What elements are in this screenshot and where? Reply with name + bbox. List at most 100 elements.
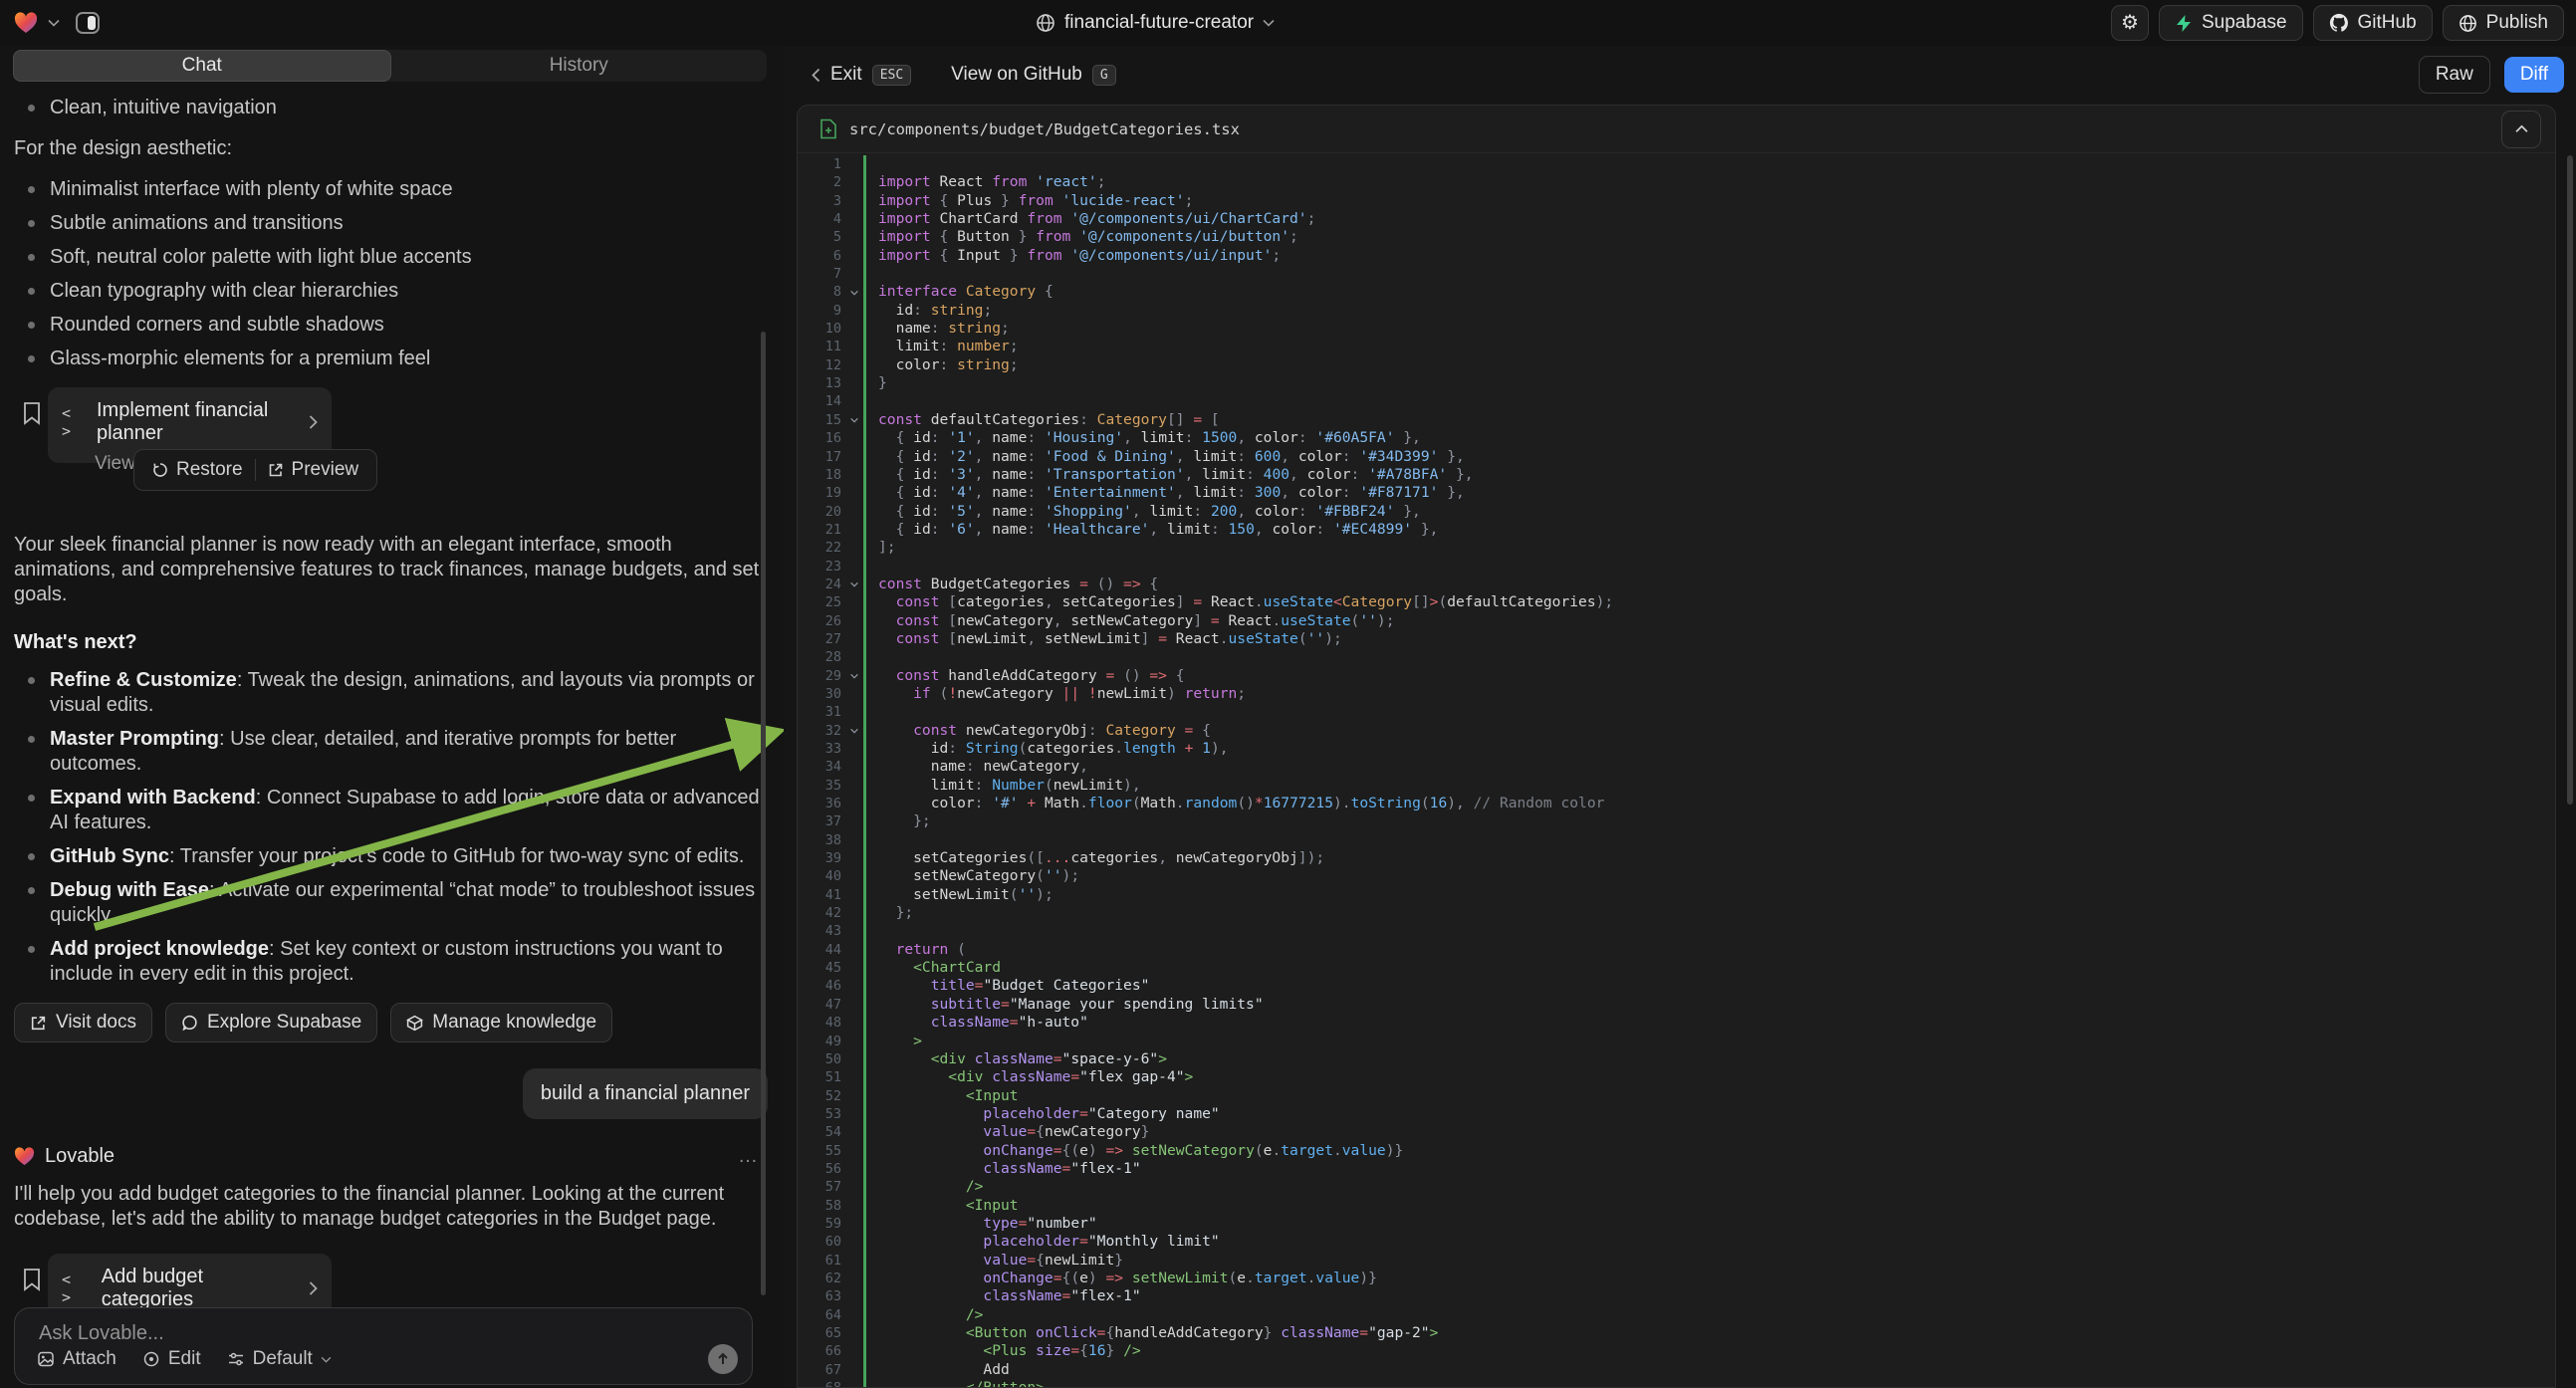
chat-input[interactable]: Ask Lovable...: [39, 1322, 164, 1345]
code-line-text: const [newCategory, setNewCategory] = Re…: [863, 612, 2555, 630]
code-token: {: [940, 247, 958, 264]
chat-scroll-area[interactable]: Clean, intuitive navigation For the desi…: [0, 86, 784, 1348]
model-selector[interactable]: Default: [227, 1348, 332, 1370]
code-line-text: <ChartCard: [863, 959, 2555, 977]
file-header[interactable]: src/components/budget/BudgetCategories.t…: [798, 106, 2555, 153]
fold-chevron-icon[interactable]: [845, 411, 863, 429]
code-token: '': [1307, 630, 1325, 647]
fold-chevron-icon[interactable]: [845, 283, 863, 301]
code-line: 65 <Button onClick={handleAddCategory} c…: [798, 1324, 2555, 1342]
code-token: :: [1027, 521, 1045, 538]
fold-slot: [845, 703, 863, 721]
code-line: 66 <Plus size={16} />: [798, 1342, 2555, 1360]
list-item: GitHub Sync: Transfer your project's cod…: [26, 844, 768, 869]
code-token: '@/components/ui/button': [1079, 228, 1289, 245]
bookmark-icon[interactable]: [22, 1268, 42, 1291]
code-token: '@/components/ui/input': [1070, 247, 1272, 264]
code-line: 48 className="h-auto": [798, 1014, 2555, 1032]
visit-docs-button[interactable]: Visit docs: [14, 1003, 152, 1042]
code-token: onChange: [878, 1270, 1054, 1286]
code-token: (: [1421, 795, 1430, 811]
code-token: );: [1377, 612, 1395, 629]
code-line: 38: [798, 831, 2555, 849]
collapse-file-button[interactable]: [2501, 111, 2541, 148]
code-token: 'Food & Dining': [1045, 448, 1176, 465]
tab-history[interactable]: History: [391, 50, 768, 82]
line-number: 46: [798, 977, 845, 995]
supabase-button[interactable]: Supabase: [2159, 5, 2303, 41]
code-token: ,: [1237, 429, 1255, 446]
chevron-down-icon[interactable]: [48, 19, 60, 27]
publish-globe-icon: [2459, 14, 2477, 33]
fold-chevron-icon[interactable]: [845, 722, 863, 740]
code-line: 28: [798, 648, 2555, 666]
code-editor[interactable]: 12import React from 'react';3import { Pl…: [798, 153, 2555, 1388]
panel-toggle-icon[interactable]: [70, 6, 106, 40]
fold-chevron-icon[interactable]: [845, 667, 863, 685]
code-token: ;: [1010, 338, 1019, 354]
fold-slot: [845, 484, 863, 502]
view-on-github-button[interactable]: View on GitHub G: [951, 64, 1116, 86]
manage-knowledge-button[interactable]: Manage knowledge: [390, 1003, 612, 1042]
code-token: title: [878, 977, 975, 994]
raw-toggle-button[interactable]: Raw: [2419, 56, 2490, 94]
line-number: 28: [798, 648, 845, 666]
fold-slot: [845, 558, 863, 576]
diff-toggle-button[interactable]: Diff: [2504, 57, 2564, 93]
line-number: 21: [798, 521, 845, 539]
code-token: const: [878, 630, 948, 647]
code-line-text: title="Budget Categories": [863, 977, 2555, 995]
code-line: 8interface Category {: [798, 283, 2555, 301]
code-token: (: [1036, 867, 1045, 884]
fold-slot: [845, 210, 863, 228]
line-number: 35: [798, 777, 845, 795]
code-token: {: [1036, 1252, 1045, 1269]
fold-chevron-icon[interactable]: [845, 576, 863, 593]
code-token: name: [992, 429, 1027, 446]
settings-button[interactable]: ⚙: [2111, 5, 2149, 41]
code-token: const: [878, 576, 931, 592]
suggestion-chips: Visit docs Explore Supabase Manage knowl…: [14, 1003, 768, 1042]
code-token: String: [966, 740, 1019, 757]
code-token: ,: [1149, 521, 1167, 538]
code-token: return: [1185, 685, 1238, 702]
code-token: }: [1019, 228, 1037, 245]
more-options-icon[interactable]: …: [738, 1145, 760, 1168]
code-token: type: [878, 1215, 1019, 1232]
project-switcher[interactable]: financial-future-creator: [1036, 0, 1275, 46]
code-token: color: [1307, 466, 1351, 483]
code-token: newLimit: [1045, 1252, 1114, 1269]
code-token: =: [1193, 593, 1211, 610]
code-token: import: [878, 210, 940, 227]
explore-supabase-button[interactable]: Explore Supabase: [165, 1003, 377, 1042]
code-token: };: [878, 904, 913, 921]
lovable-heart-logo[interactable]: [14, 12, 38, 34]
edit-mode-button[interactable]: Edit: [142, 1348, 201, 1370]
code-line-text: className="flex-1": [863, 1287, 2555, 1305]
chevron-right-icon: [309, 415, 318, 429]
code-token: React: [1211, 593, 1255, 610]
code-line: 55 onChange={(e) => setNewCategory(e.tar…: [798, 1142, 2555, 1160]
tab-chat[interactable]: Chat: [13, 50, 391, 82]
code-token: className: [975, 1050, 1054, 1067]
code-token: subtitle: [878, 996, 1001, 1013]
code-token: value: [878, 1252, 1027, 1269]
code-line: 21 { id: '6', name: 'Healthcare', limit:…: [798, 521, 2555, 539]
code-scrollbar[interactable]: [2567, 155, 2573, 805]
exit-button[interactable]: Exit ESC: [812, 64, 911, 86]
preview-button[interactable]: Preview: [256, 450, 371, 490]
restore-button[interactable]: Restore: [140, 450, 255, 490]
code-line-text: [863, 703, 2555, 721]
chat-scrollbar[interactable]: [761, 332, 766, 1295]
bookmark-icon[interactable]: [22, 401, 42, 425]
github-button[interactable]: GitHub: [2313, 5, 2433, 41]
code-token: ||: [1062, 685, 1088, 702]
code-token: newLimit: [1097, 685, 1167, 702]
code-token: =: [1054, 1270, 1062, 1286]
send-button[interactable]: [708, 1344, 738, 1374]
line-number: 37: [798, 812, 845, 830]
code-token: Button: [957, 228, 1019, 245]
fold-slot: [845, 1306, 863, 1324]
attach-button[interactable]: Attach: [37, 1348, 117, 1370]
publish-button[interactable]: Publish: [2443, 5, 2564, 41]
